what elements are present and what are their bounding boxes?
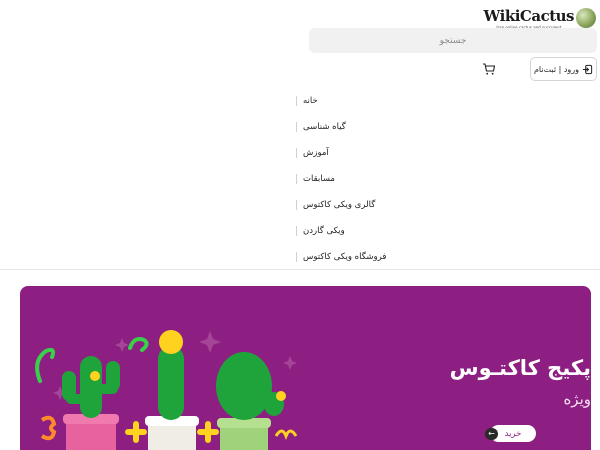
nav-separator [296,174,297,184]
cactus-illustration [35,330,298,450]
nav-separator [296,148,297,158]
nav-separator [296,96,297,106]
nav-item-shop[interactable]: فروشگاه ویکی کاکتوس [290,244,590,270]
banner-title: پکیج کاکتـوس [449,356,591,380]
nav-separator [296,122,297,132]
arrow-left-icon[interactable]: ← [485,428,498,440]
cart-icon[interactable] [482,62,496,76]
main-nav: خانه گیاه شناسی آموزش مسابقات گالری ویکی… [290,88,590,270]
logo-wordmark: WikiCactus Iran online cactus and succul… [483,6,575,31]
login-label: ورود | ثبت‌نام [533,64,580,74]
promo-banner[interactable]: پکیج کاکتـوس ویژه خرید ← [20,286,591,450]
site-logo[interactable]: WikiCactus Iran online cactus and succul… [484,6,596,30]
nav-separator [296,252,297,262]
globe-icon [576,8,596,28]
nav-separator [296,226,297,236]
nav-item-education[interactable]: آموزش [290,140,590,166]
nav-item-garden[interactable]: ویکی گاردن [290,218,590,244]
header-divider [0,269,600,270]
logo-text: WikiCactus [483,7,575,25]
nav-item-gallery[interactable]: گالری ویکی کاکتوس [290,192,590,218]
login-icon [582,64,593,74]
nav-separator [296,200,297,210]
search-input[interactable] [309,28,597,53]
nav-item-home[interactable]: خانه [290,88,590,114]
banner-subtitle: ویژه [563,390,591,408]
nav-item-contests[interactable]: مسابقات [290,166,590,192]
nav-item-botany[interactable]: گیاه شناسی [290,114,590,140]
login-register-button[interactable]: ورود | ثبت‌نام [530,57,597,81]
